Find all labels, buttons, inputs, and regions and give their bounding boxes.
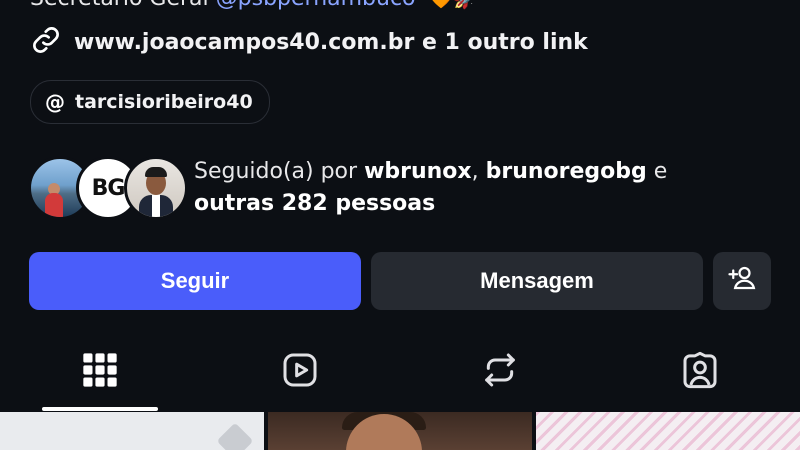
threads-profile-chip[interactable]: @ tarcisioribeiro40 — [30, 80, 270, 124]
tab-tagged[interactable] — [678, 350, 722, 394]
reposts-icon — [480, 350, 520, 394]
tab-reposts[interactable] — [478, 350, 522, 394]
pinned-icon — [216, 422, 254, 450]
website-link-text[interactable]: www.joaocampos40.com.br e 1 outro link — [74, 30, 588, 55]
link-icon — [30, 24, 62, 60]
followed-by-conjunction: e — [653, 159, 668, 184]
post-thumbnail-2[interactable] — [268, 412, 532, 450]
threads-icon: @ — [45, 90, 65, 114]
tab-posts[interactable] — [78, 350, 122, 394]
suggested-users-button[interactable] — [713, 252, 771, 310]
reels-icon — [280, 350, 320, 394]
followed-by-text: Seguido(a) por wbrunox, brunoregobg e ou… — [194, 156, 774, 220]
followed-by-prefix: Seguido(a) por — [194, 159, 358, 184]
post-thumbnail-1[interactable] — [0, 412, 264, 450]
active-tab-indicator — [42, 407, 158, 411]
bio-mention-link[interactable]: @psbpernambuco — [216, 0, 416, 11]
follower-name-1[interactable]: wbrunox — [364, 159, 472, 184]
bio-emojis: 🧡🚀 — [429, 0, 479, 10]
tab-reels[interactable] — [278, 350, 322, 394]
post-thumbnail-3[interactable] — [536, 412, 800, 450]
follow-button[interactable]: Seguir — [29, 252, 361, 310]
bio-text: Secretário Geral — [30, 0, 209, 11]
threads-handle: tarcisioribeiro40 — [75, 91, 253, 113]
website-link[interactable]: www.joaocampos40.com.br e 1 outro link — [30, 24, 588, 60]
followed-by-separator: , — [471, 159, 479, 184]
follower-name-2[interactable]: brunoregobg — [486, 159, 647, 184]
profile-tabs — [0, 340, 800, 412]
followed-by-others[interactable]: outras 282 pessoas — [194, 191, 435, 216]
bio-line: Secretário Geral @psbpernambuco 🧡🚀 — [30, 0, 478, 11]
add-person-icon — [727, 263, 757, 299]
tagged-icon — [680, 350, 720, 394]
avatar-logo-text: BG — [91, 175, 126, 201]
message-button[interactable]: Mensagem — [371, 252, 703, 310]
followed-by-row[interactable]: BG Seguido(a) por wbrunox, brunoregobg e… — [28, 156, 788, 220]
grid-icon — [80, 350, 120, 394]
follower-avatar-3 — [124, 156, 188, 220]
